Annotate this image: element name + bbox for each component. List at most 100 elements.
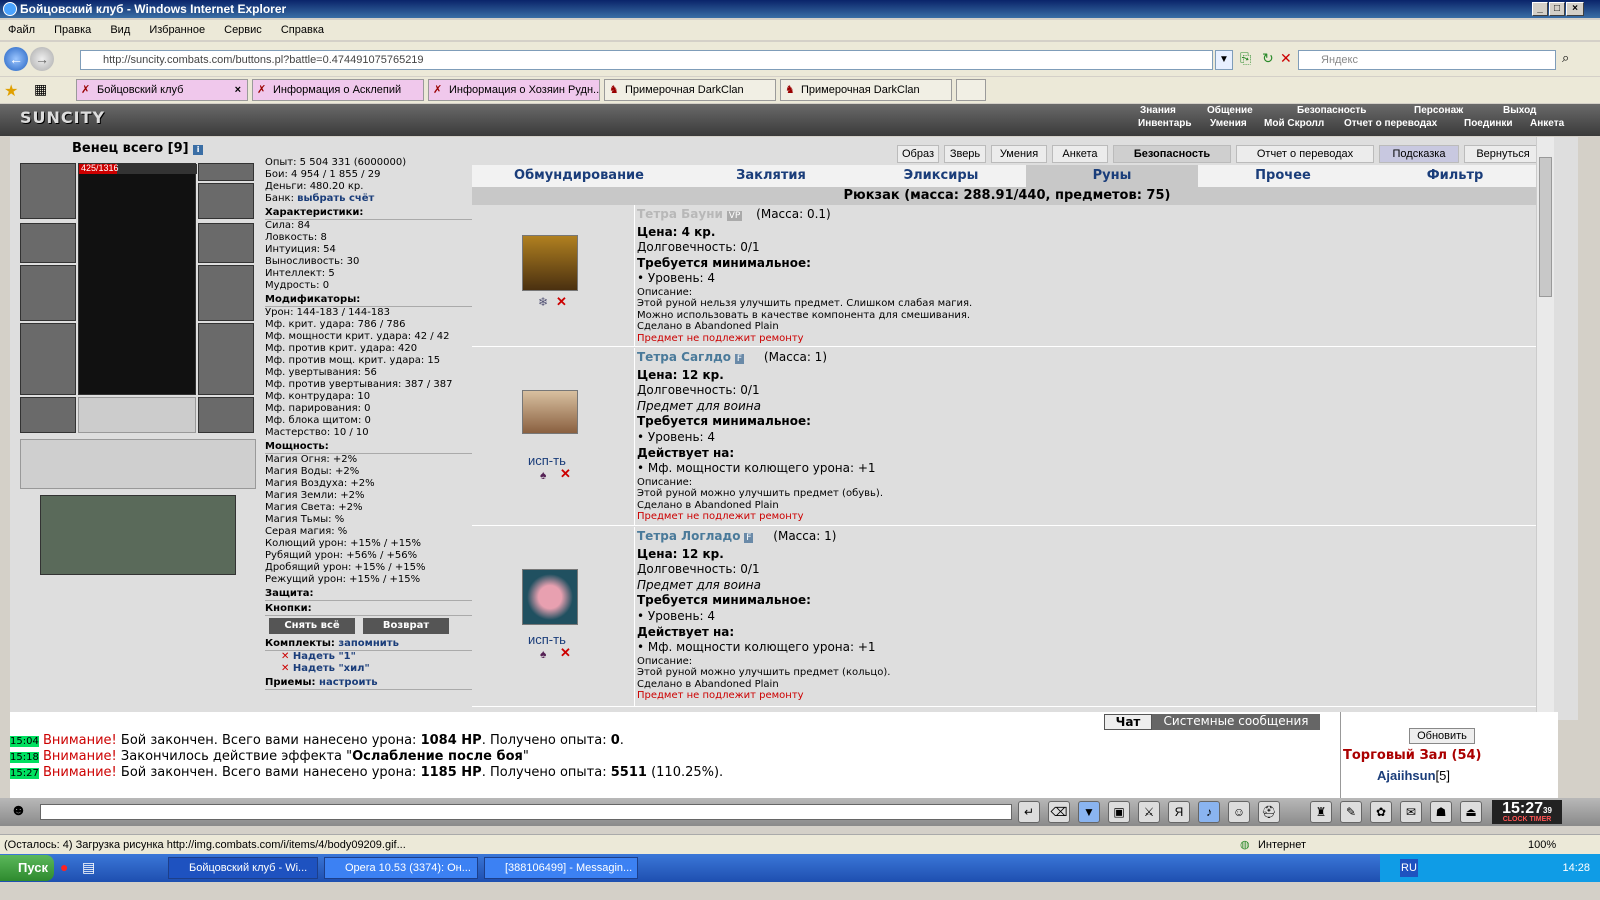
menu-my-scroll[interactable]: Мой Скролл <box>1264 118 1324 129</box>
map-icon[interactable]: ✿ <box>1370 801 1392 823</box>
tab-darkclan-1[interactable]: ♞ Примерочная DarkClan <box>604 79 776 101</box>
translit-icon[interactable]: Я <box>1168 801 1190 823</box>
menu-profile[interactable]: Анкета <box>1530 118 1564 129</box>
floppy-icon[interactable]: ▤ <box>82 859 95 876</box>
menu-duels[interactable]: Поединки <box>1464 118 1513 129</box>
start-button[interactable]: Пуск <box>0 855 54 881</box>
amulet-slot[interactable] <box>198 163 254 181</box>
delete-icon[interactable]: ✕ <box>281 663 289 674</box>
menu-security[interactable]: Безопасность <box>1297 105 1366 116</box>
menu-favorites[interactable]: Избранное <box>149 24 205 36</box>
close-window-button[interactable]: × <box>1566 2 1584 16</box>
tab-info-asklepiy[interactable]: ✗ Информация о Асклепий <box>252 79 424 101</box>
tab-darkclan-2[interactable]: ♞ Примерочная DarkClan <box>780 79 952 101</box>
menu-character[interactable]: Персонаж <box>1414 105 1463 116</box>
menu-file[interactable]: Файл <box>8 24 35 36</box>
favorites-star-icon[interactable]: ★ <box>4 81 18 101</box>
stop-icon[interactable]: ✕ <box>1280 50 1298 68</box>
section-buttons[interactable]: Кнопки: <box>265 603 483 616</box>
rings-slot[interactable] <box>198 183 254 219</box>
menu-knowledge[interactable]: Знания <box>1140 105 1176 116</box>
save-icon[interactable]: ▣ <box>1108 801 1130 823</box>
section-characteristics[interactable]: Характеристики: <box>265 207 483 220</box>
tab-system-messages[interactable]: Системные сообщения <box>1152 714 1320 730</box>
security-button[interactable]: Безопасность <box>1113 145 1231 163</box>
gloves-slot[interactable] <box>198 223 254 263</box>
back-button[interactable]: Вернуться <box>1464 145 1542 163</box>
tab-elixirs[interactable]: Эликсиры <box>856 165 1026 187</box>
task-ie[interactable]: Бойцовский клуб - Wi... <box>168 857 318 879</box>
drop-icon[interactable]: ✕ <box>560 466 571 482</box>
pet-button[interactable]: Зверь <box>944 145 986 163</box>
chat-mode-icon[interactable]: ☻ <box>10 802 27 820</box>
clear-icon[interactable]: ⌫ <box>1048 801 1070 823</box>
scroll-slots[interactable] <box>20 439 256 489</box>
refresh-icon[interactable]: ↻ <box>1262 50 1280 68</box>
online-user[interactable]: Ajaiihsun[5] <box>1377 768 1450 783</box>
friends-icon[interactable]: ☗ <box>1430 801 1452 823</box>
return-button[interactable]: Возврат <box>363 618 449 634</box>
menu-inventory[interactable]: Инвентарь <box>1138 118 1192 129</box>
filter-icon[interactable]: ▼ <box>1078 801 1100 823</box>
section-powers[interactable]: Мощность: <box>265 441 483 454</box>
menu-edit[interactable]: Правка <box>54 24 91 36</box>
info-icon[interactable]: i <box>193 145 204 155</box>
zoom-level[interactable]: 100% <box>1528 835 1556 855</box>
task-opera[interactable]: Opera 10.53 (3374): Он... <box>324 857 478 879</box>
mail-icon[interactable]: ✉ <box>1400 801 1422 823</box>
bank-link[interactable]: выбрать счёт <box>297 193 374 204</box>
section-modifiers[interactable]: Модификаторы: <box>265 294 483 307</box>
dropdown-arrow-icon[interactable]: ▼ <box>1215 50 1233 70</box>
bag-icon[interactable]: ♜ <box>1310 801 1332 823</box>
opera-icon[interactable]: ● <box>60 859 68 875</box>
menu-exit[interactable]: Выход <box>1503 105 1536 116</box>
transfer-report-button[interactable]: Отчет о переводах <box>1236 145 1374 163</box>
menu-transfer-report[interactable]: Отчет о переводах <box>1344 118 1437 129</box>
drop-icon[interactable]: ✕ <box>556 294 567 310</box>
menu-help[interactable]: Справка <box>281 24 324 36</box>
belt-slot[interactable] <box>20 397 76 433</box>
chat-input[interactable] <box>40 804 1012 820</box>
quick-tabs-icon[interactable]: ▦ <box>34 81 47 98</box>
delete-icon[interactable]: ✕ <box>281 651 289 662</box>
hint-button[interactable]: Подсказка <box>1379 145 1459 163</box>
weapon-left-slot[interactable] <box>20 265 76 321</box>
bracers-slot[interactable] <box>20 223 76 263</box>
tab-runes[interactable]: Руны <box>1026 165 1198 187</box>
compat-icon[interactable]: ⎘ <box>1240 50 1258 68</box>
configure-link[interactable]: настроить <box>319 677 378 688</box>
helmet-slot[interactable] <box>20 163 76 219</box>
close-tab-icon[interactable]: × <box>235 80 241 100</box>
maximize-button[interactable]: □ <box>1549 2 1565 16</box>
smile-icon[interactable]: ☺ <box>1228 801 1250 823</box>
section-defense[interactable]: Защита: <box>265 588 483 601</box>
menu-tools[interactable]: Сервис <box>224 24 262 36</box>
profile-button[interactable]: Анкета <box>1052 145 1108 163</box>
obraz-button[interactable]: Образ <box>897 145 939 163</box>
address-input[interactable]: http://suncity.combats.com/buttons.pl?ba… <box>80 50 1213 70</box>
search-icon[interactable]: ⌕ <box>1562 50 1582 70</box>
forward-icon[interactable]: → <box>30 47 54 71</box>
language-indicator[interactable]: RU <box>1400 859 1418 877</box>
menu-skills[interactable]: Умения <box>1210 118 1247 129</box>
tab-filter[interactable]: Фильтр <box>1368 165 1542 187</box>
tab-other[interactable]: Прочее <box>1198 165 1368 187</box>
menu-view[interactable]: Вид <box>110 24 130 36</box>
minimize-button[interactable]: _ <box>1532 2 1548 16</box>
boots-slot[interactable] <box>198 397 254 433</box>
scroll-icon[interactable]: ✎ <box>1340 801 1362 823</box>
scrollbar-thumb[interactable] <box>1539 157 1552 297</box>
send-icon[interactable]: ↵ <box>1018 801 1040 823</box>
search-input[interactable]: Яндекс <box>1298 50 1556 70</box>
tab-fight-club[interactable]: ✗ Бойцовский клуб × <box>76 79 248 101</box>
armor-slot[interactable] <box>20 323 76 395</box>
section-techniques[interactable]: Приемы: настроить <box>265 677 483 690</box>
tab-equipment[interactable]: Обмундирование <box>472 165 686 187</box>
task-messaging[interactable]: [388106499] - Messagin... <box>484 857 638 879</box>
inventory-scrollbar[interactable] <box>1536 137 1554 720</box>
exit-icon[interactable]: ⏏ <box>1460 801 1482 823</box>
unpack-icon[interactable]: ♠ <box>540 468 546 482</box>
remove-all-button[interactable]: Снять всё <box>269 618 355 634</box>
fight-icon[interactable]: ⚔ <box>1138 801 1160 823</box>
refresh-button[interactable]: Обновить <box>1409 728 1475 744</box>
